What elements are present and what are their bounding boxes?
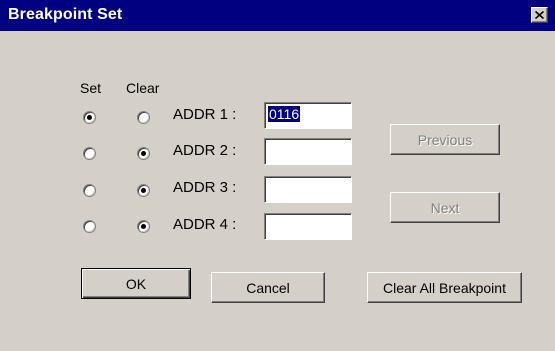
title-bar: Breakpoint Set — [0, 0, 555, 31]
addr-4-clear-radio[interactable] — [137, 220, 150, 233]
addr-3-field[interactable] — [264, 176, 352, 203]
close-button[interactable] — [531, 7, 548, 23]
addr-2-set-radio[interactable] — [83, 147, 96, 160]
addr-2-field[interactable] — [264, 138, 352, 165]
next-button[interactable]: Next — [390, 192, 500, 223]
addr-4-label: ADDR 4 : — [173, 216, 237, 233]
addr-1-label: ADDR 1 : — [173, 106, 237, 123]
addr-1-set-radio[interactable] — [83, 111, 96, 124]
addr-4-field[interactable] — [264, 213, 352, 240]
addr-3-label: ADDR 3 : — [173, 179, 237, 196]
previous-button[interactable]: Previous — [390, 124, 500, 155]
addr-1-value: 0116 — [268, 106, 301, 122]
clear-all-breakpoint-button[interactable]: Clear All Breakpoint — [367, 272, 522, 303]
clear-column-header: Clear — [126, 80, 160, 96]
close-icon — [535, 11, 544, 19]
addr-4-set-radio[interactable] — [83, 220, 96, 233]
addr-3-clear-radio[interactable] — [137, 184, 150, 197]
breakpoint-set-dialog: Breakpoint Set Set Clear ADDR 1 : 0116 A… — [0, 0, 555, 351]
addr-1-clear-radio[interactable] — [137, 111, 150, 124]
addr-2-label: ADDR 2 : — [173, 142, 237, 159]
cancel-button[interactable]: Cancel — [211, 272, 325, 303]
addr-2-clear-radio[interactable] — [137, 147, 150, 160]
addr-1-field[interactable]: 0116 — [264, 102, 352, 129]
dialog-title: Breakpoint Set — [8, 6, 123, 23]
set-column-header: Set — [80, 80, 102, 96]
addr-3-set-radio[interactable] — [83, 184, 96, 197]
ok-button[interactable]: OK — [81, 268, 191, 299]
